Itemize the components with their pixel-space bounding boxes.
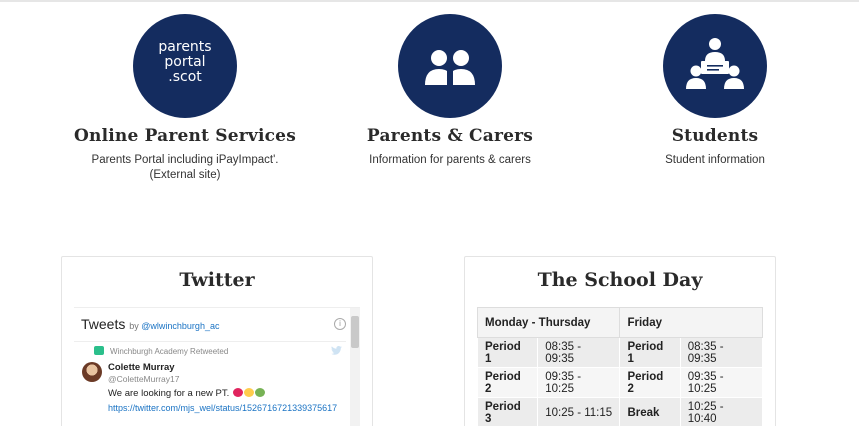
parents-carers-title[interactable]: Parents & Carers — [320, 126, 580, 146]
header-mon-thu: Monday - Thursday — [476, 307, 621, 338]
top-divider — [0, 0, 859, 2]
twitter-bird-icon[interactable] — [331, 346, 342, 355]
table-header-row: Monday - Thursday Friday — [476, 307, 763, 338]
info-icon[interactable]: i — [334, 318, 346, 330]
table-cell: Break — [619, 397, 681, 426]
school-day-table: Monday - Thursday Friday Period 1 08:35 … — [476, 307, 764, 426]
tweets-label: Tweets — [81, 316, 126, 332]
table-cell: Period 3 — [476, 397, 539, 426]
table-cell: Period 1 — [476, 337, 539, 368]
parents-carers-link-circle[interactable] — [398, 14, 502, 118]
students-card[interactable]: Students Student information — [585, 14, 845, 168]
retweeted-label: Winchburgh Academy Retweeted — [110, 347, 229, 356]
table-cell: Period 2 — [476, 367, 539, 398]
tweet-author-name[interactable]: Colette Murray — [108, 362, 175, 373]
logo-line-2: portal — [164, 54, 206, 70]
logo-line-3: .scot — [168, 69, 202, 85]
school-day-panel: The School Day Monday - Thursday Friday … — [464, 256, 776, 426]
green-heart-icon — [254, 388, 265, 397]
twitter-panel: Twitter Tweets by @wlwinchburgh_ac i Win… — [61, 256, 373, 426]
yellow-heart-icon — [243, 388, 254, 397]
parents-carers-card[interactable]: Parents & Carers Information for parents… — [320, 14, 580, 168]
table-cell: Period 1 — [619, 337, 681, 368]
desc-line-1: Parents Portal including iPayImpact'. — [91, 154, 279, 166]
twitter-account-link[interactable]: @wlwinchburgh_ac — [141, 321, 219, 331]
table-cell: Period 2 — [619, 367, 681, 398]
logo-line-1: parents — [158, 39, 212, 55]
tweet-author-handle[interactable]: @ColetteMurray17 — [108, 374, 179, 384]
table-cell: 08:35 - 09:35 — [679, 337, 764, 368]
tweets-header: Tweets by @wlwinchburgh_ac — [81, 316, 219, 332]
tweet-link[interactable]: https://twitter.com/mjs_wel/status/15267… — [108, 402, 348, 414]
table-cell: 10:25 - 10:40 — [679, 397, 764, 426]
parents-portal-logo[interactable]: parents portal .scot — [133, 14, 237, 118]
students-link-circle[interactable] — [663, 14, 767, 118]
table-row: Period 1 08:35 - 09:35 Period 1 08:35 - … — [476, 337, 764, 368]
online-parent-services-card[interactable]: parents portal .scot Online Parent Servi… — [55, 14, 315, 183]
online-parent-services-desc: Parents Portal including iPayImpact'. (E… — [55, 153, 315, 183]
by-label: by — [129, 321, 139, 331]
twitter-timeline[interactable]: Tweets by @wlwinchburgh_ac i Winchburgh … — [74, 307, 360, 426]
red-heart-icon — [232, 388, 243, 397]
scrollbar-thumb[interactable] — [351, 316, 359, 348]
tweet-divider — [74, 341, 346, 342]
table-cell: 09:35 - 10:25 — [537, 367, 621, 398]
twitter-title: Twitter — [179, 269, 255, 291]
retweet-icon — [94, 346, 104, 355]
desc-line-2: (External site) — [149, 169, 221, 181]
avatar[interactable] — [82, 362, 102, 382]
table-row: Period 3 10:25 - 11:15 Break 10:25 - 10:… — [476, 397, 764, 426]
school-day-title: The School Day — [537, 269, 703, 291]
parents-icon — [425, 50, 475, 85]
table-cell: 09:35 - 10:25 — [679, 367, 764, 398]
tweet-text: We are looking for a new PT. — [108, 388, 265, 399]
table-cell: 10:25 - 11:15 — [537, 397, 621, 426]
table-row: Period 2 09:35 - 10:25 Period 2 09:35 - … — [476, 367, 764, 398]
table-cell: 08:35 - 09:35 — [537, 337, 621, 368]
header-friday: Friday — [619, 307, 763, 338]
students-desc: Student information — [665, 154, 765, 166]
online-parent-services-title[interactable]: Online Parent Services — [55, 126, 315, 146]
timeline-scrollbar[interactable] — [350, 308, 360, 426]
parents-carers-desc: Information for parents & carers — [369, 154, 531, 166]
tweet-text-content: We are looking for a new PT. — [108, 388, 230, 399]
students-title[interactable]: Students — [585, 126, 845, 146]
students-icon — [686, 38, 744, 89]
